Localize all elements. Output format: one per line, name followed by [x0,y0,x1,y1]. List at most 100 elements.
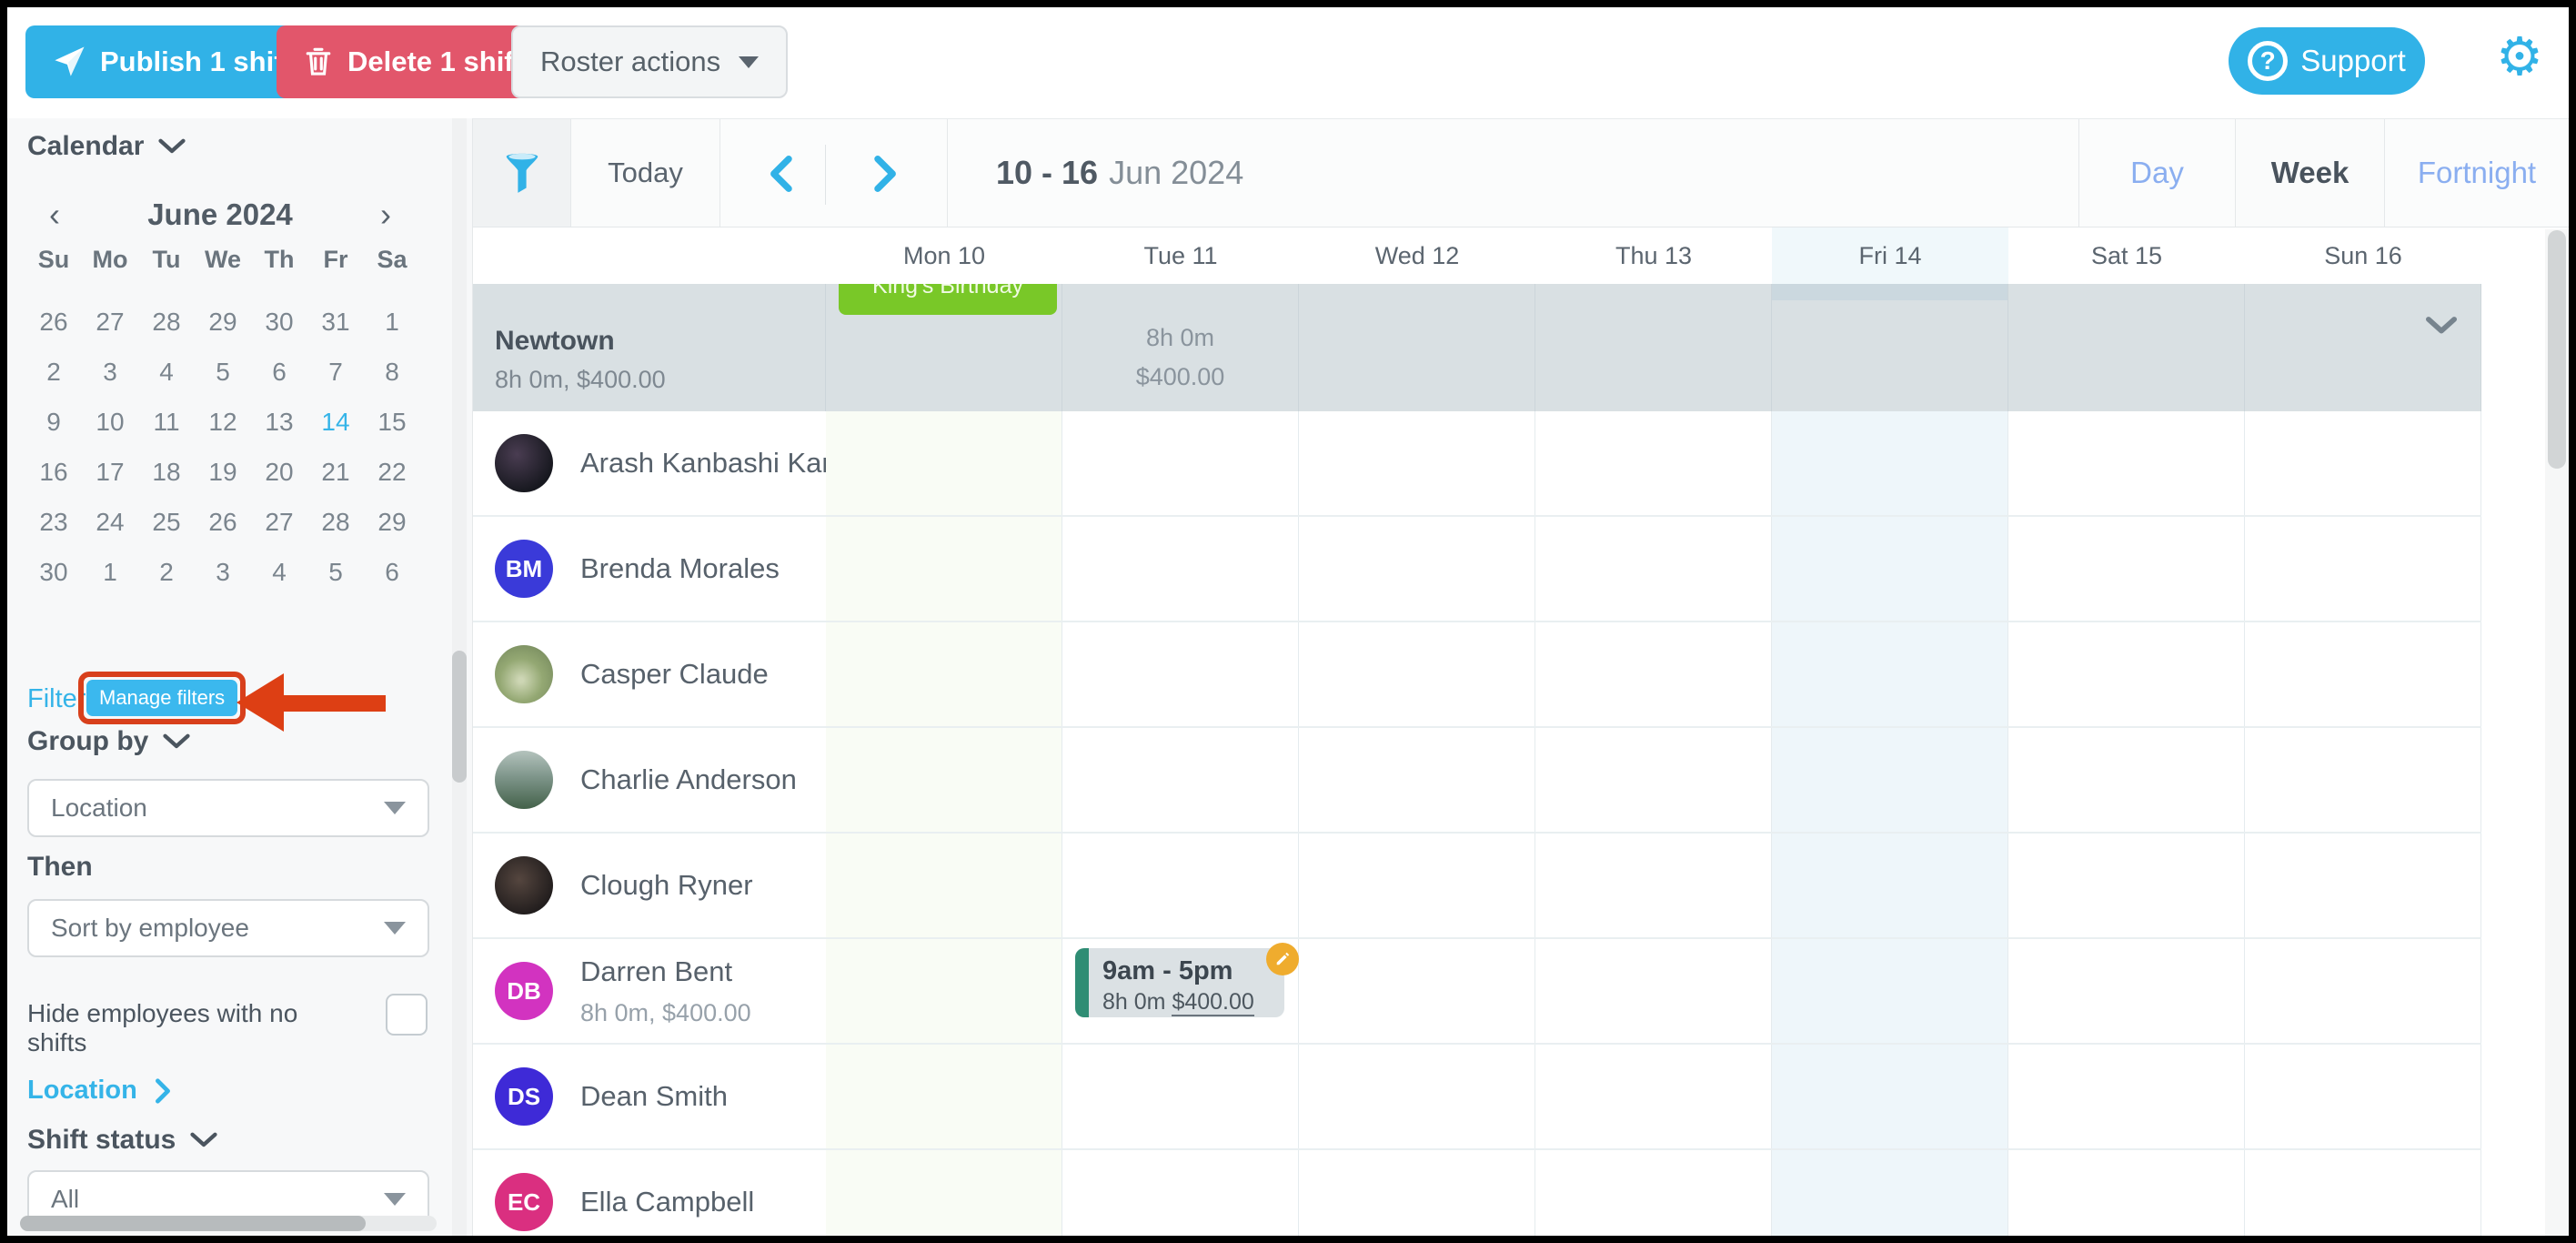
mini-calendar-date[interactable]: 5 [195,347,251,397]
employee-cell[interactable]: Charlie Anderson [473,728,826,832]
tab-fortnight[interactable]: Fortnight [2384,119,2569,227]
shift-cell[interactable] [1062,517,1299,621]
shift-cell[interactable] [1772,1045,2008,1148]
shift-cell[interactable] [1062,728,1299,832]
day-header-tue[interactable]: Tue 11 [1062,227,1299,284]
manage-filters-button[interactable]: Manage filters [86,680,237,716]
shift-cell[interactable] [1062,622,1299,726]
group-cell-sun[interactable] [2245,284,2481,411]
shift-cell[interactable] [1299,1150,1535,1236]
shift-cell[interactable] [1299,834,1535,937]
mini-calendar-next-button[interactable]: › [358,195,413,235]
shift-cell[interactable] [1535,622,1772,726]
mini-calendar-date[interactable]: 17 [82,447,138,497]
mini-calendar-date[interactable]: 29 [364,497,420,547]
shift-cell[interactable] [1062,834,1299,937]
mini-calendar-date[interactable]: 22 [364,447,420,497]
mini-calendar-date[interactable]: 2 [25,347,82,397]
mini-calendar-date[interactable]: 26 [25,297,82,347]
shift-cell[interactable] [1535,411,1772,515]
day-header-sat[interactable]: Sat 15 [2008,227,2245,284]
shift-cell[interactable] [2008,1150,2245,1236]
shift-status-header[interactable]: Shift status [27,1125,217,1156]
mini-calendar-date[interactable]: 4 [251,547,307,597]
day-header-thu[interactable]: Thu 13 [1535,227,1772,284]
shift-cell[interactable] [1535,517,1772,621]
mini-calendar-date[interactable]: 31 [307,297,364,347]
shift-cell[interactable] [1299,1045,1535,1148]
mini-calendar-date[interactable]: 27 [82,297,138,347]
shift-cell[interactable] [826,622,1062,726]
shift-cell[interactable] [1772,939,2008,1043]
tab-week[interactable]: Week [2235,119,2384,227]
shift-cell[interactable] [1299,411,1535,515]
shift-cell[interactable] [2008,939,2245,1043]
mini-calendar-date[interactable]: 4 [138,347,195,397]
filter-link[interactable]: Filter [27,684,86,714]
shift-cell[interactable] [2245,622,2481,726]
delete-shift-button[interactable]: Delete 1 shift [277,25,550,98]
mini-calendar-date[interactable]: 23 [25,497,82,547]
shift-cell[interactable] [826,411,1062,515]
mini-calendar-prev-button[interactable]: ‹ [27,195,82,235]
employee-cell[interactable]: Clough Ryner [473,834,826,937]
tab-day[interactable]: Day [2078,119,2235,227]
shift-cell[interactable] [1062,1150,1299,1236]
support-button[interactable]: ? Support [2229,27,2425,95]
mini-calendar-date[interactable]: 1 [82,547,138,597]
mini-calendar-date[interactable]: 6 [251,347,307,397]
mini-calendar-date[interactable]: 10 [82,397,138,447]
group-cell-tue[interactable]: 8h 0m $400.00 [1062,284,1299,411]
shift-cell[interactable] [1299,622,1535,726]
group-by-header[interactable]: Group by [27,726,190,757]
mini-calendar-date[interactable]: 30 [25,547,82,597]
mini-calendar-date[interactable]: 30 [251,297,307,347]
gear-icon[interactable]: ⚙ [2496,31,2543,84]
mini-calendar-date[interactable]: 24 [82,497,138,547]
shift-cell[interactable] [826,939,1062,1043]
group-cell-mon[interactable]: King's Birthday [826,284,1062,411]
collapse-group-icon[interactable] [2426,317,2457,335]
mini-calendar-date[interactable]: 3 [82,347,138,397]
mini-calendar-date[interactable]: 3 [195,547,251,597]
shift-cell[interactable] [1772,517,2008,621]
mini-calendar-date[interactable]: 1 [364,297,420,347]
shift-cell[interactable] [2008,834,2245,937]
employee-cell[interactable]: Arash Kanbashi Kami... [473,411,826,515]
mini-calendar-date[interactable]: 8 [364,347,420,397]
day-header-fri[interactable]: Fri 14 [1772,227,2008,284]
shift-cell[interactable] [2245,1150,2481,1236]
shift-cell[interactable] [2245,411,2481,515]
shift-cell[interactable] [826,834,1062,937]
mini-calendar-date[interactable]: 25 [138,497,195,547]
employee-cell[interactable]: DSDean Smith [473,1045,826,1148]
sort-by-select[interactable]: Sort by employee [27,899,429,957]
day-header-sun[interactable]: Sun 16 [2245,227,2481,284]
day-header-mon[interactable]: Mon 10 [826,227,1062,284]
shift-cell[interactable] [1535,728,1772,832]
day-header-wed[interactable]: Wed 12 [1299,227,1535,284]
today-button[interactable]: Today [571,119,720,227]
mini-calendar-date[interactable]: 2 [138,547,195,597]
shift-cell[interactable] [1299,939,1535,1043]
employee-cell[interactable]: DBDarren Bent8h 0m, $400.00 [473,939,826,1043]
location-group-row[interactable]: Newtown 8h 0m, $400.00 King's Birthday 8… [473,284,2481,411]
shift-warning-badge[interactable] [1266,943,1299,975]
shift-cell[interactable] [826,1045,1062,1148]
mini-calendar-date[interactable]: 5 [307,547,364,597]
shift-cell[interactable] [1299,517,1535,621]
shift-cell[interactable] [2008,622,2245,726]
shift-cell[interactable] [826,728,1062,832]
next-week-button[interactable] [859,147,913,201]
shift-cell[interactable] [1535,1045,1772,1148]
mini-calendar-date[interactable]: 7 [307,347,364,397]
shift-cell[interactable] [1772,834,2008,937]
mini-calendar-date[interactable]: 29 [195,297,251,347]
shift-cell[interactable] [1062,411,1299,515]
mini-calendar-date[interactable]: 20 [251,447,307,497]
shift-cell[interactable] [2245,517,2481,621]
filter-funnel-button[interactable] [473,119,571,227]
mini-calendar-date[interactable]: 9 [25,397,82,447]
shift-cell[interactable] [1772,411,2008,515]
group-cell-fri[interactable] [1772,284,2008,411]
